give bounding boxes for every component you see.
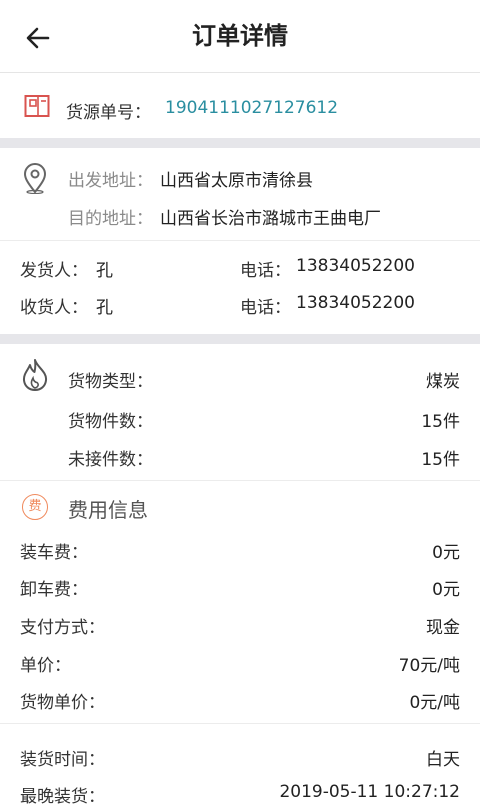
section-separator (0, 334, 480, 344)
latest-load-label: 最晚装货： (20, 787, 105, 807)
receiver-label: 收货人： (20, 298, 88, 318)
unloading-fee-label: 卸车费： (20, 580, 88, 600)
latest-load-value: 2019-05-11 10:27:12 (279, 782, 460, 802)
load-time-label: 装货时间： (20, 750, 105, 770)
package-icon (24, 95, 50, 117)
unclaimed-count-label: 未接件数： (68, 450, 153, 470)
receiver-phone-label: 电话： (240, 298, 291, 318)
sender-label: 发货人： (20, 261, 88, 281)
receiver-phone-value[interactable]: 13834052200 (296, 293, 415, 313)
source-number-row: 货源单号： 1904111027127612 (0, 72, 480, 138)
receiver-value: 孔 (96, 298, 113, 318)
divider (0, 480, 480, 481)
sender-value: 孔 (96, 261, 113, 281)
sender-phone-value[interactable]: 13834052200 (296, 256, 415, 276)
unclaimed-count-value: 15件 (421, 450, 460, 470)
flame-icon (22, 359, 48, 391)
unit-price-label: 单价： (20, 656, 71, 676)
dest-value: 山西省长治市潞城市王曲电厂 (160, 209, 381, 229)
loading-fee-label: 装车费： (20, 543, 88, 563)
origin-label: 出发地址： (68, 171, 153, 191)
fee-info-header: 费 费用信息 (0, 493, 480, 525)
source-number-label: 货源单号： (66, 103, 151, 123)
unit-price-value: 70元/吨 (398, 656, 460, 676)
cargo-unit-price-value: 0元/吨 (409, 693, 460, 713)
fee-info-title: 费用信息 (68, 498, 148, 522)
section-separator (0, 138, 480, 148)
cargo-count-label: 货物件数： (68, 412, 153, 432)
page-title: 订单详情 (192, 22, 288, 50)
loading-fee-value: 0元 (432, 543, 460, 563)
dest-label: 目的地址： (68, 209, 153, 229)
top-app-bar: 订单详情 (0, 0, 480, 73)
payment-method-label: 支付方式： (20, 618, 105, 638)
source-number-value: 1904111027127612 (165, 98, 339, 118)
cargo-count-value: 15件 (421, 412, 460, 432)
location-pin-icon (23, 163, 47, 194)
cargo-type-value: 煤炭 (426, 372, 460, 392)
sender-phone-label: 电话： (240, 261, 291, 281)
fee-badge-icon: 费 (22, 494, 48, 520)
divider (0, 240, 480, 241)
payment-method-value: 现金 (426, 618, 460, 638)
unloading-fee-value: 0元 (432, 580, 460, 600)
divider (0, 723, 480, 724)
cargo-type-label: 货物类型： (68, 372, 153, 392)
origin-value: 山西省太原市清徐县 (160, 171, 313, 191)
cargo-unit-price-label: 货物单价： (20, 693, 105, 713)
arrow-left-icon[interactable] (22, 22, 54, 54)
load-time-value: 白天 (426, 750, 460, 770)
